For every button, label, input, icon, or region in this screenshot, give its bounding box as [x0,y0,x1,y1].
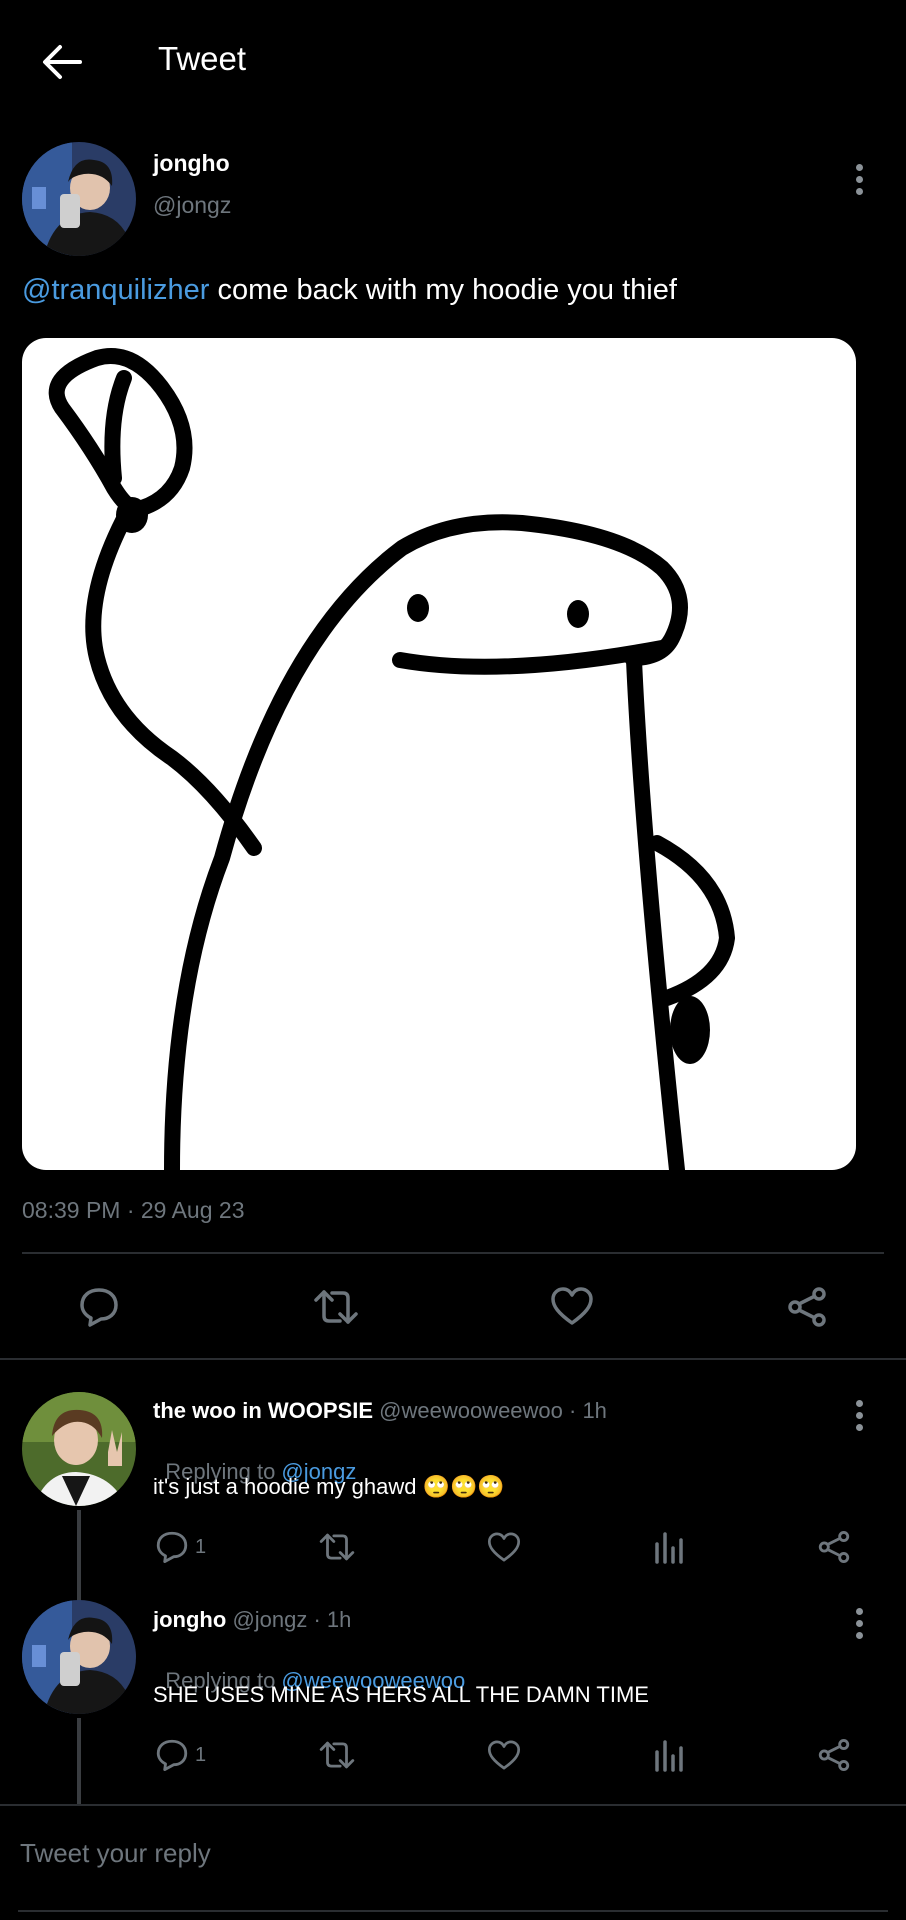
reply-icon [80,1288,118,1327]
retweet-icon [314,1290,358,1324]
back-button[interactable] [38,40,86,84]
share-button[interactable] [817,1530,851,1564]
like-icon [487,1532,521,1562]
analytics-icon [655,1740,683,1772]
divider [0,1358,906,1360]
avatar[interactable] [22,1600,136,1714]
reply-icon [156,1739,188,1771]
like-icon [551,1287,593,1325]
more-vertical-icon[interactable] [855,1608,865,1640]
reply-button[interactable]: 1 [155,1738,206,1772]
page-title: Tweet [158,40,247,77]
like-icon [487,1740,521,1770]
reply-author-name[interactable]: jongho [153,1607,226,1632]
reply-composer [0,1806,906,1920]
reply-input[interactable] [18,1830,882,1876]
more-vertical-icon[interactable] [855,164,865,196]
analytics-button[interactable] [654,1530,684,1564]
reply-count: 1 [195,1743,207,1766]
tweet-timestamp: 08:39 PM · 29 Aug 23 [22,1197,245,1223]
avatar-image [22,142,136,256]
author-name[interactable]: jongho [153,150,230,177]
reply-meta: @jongz · 1h [232,1607,352,1632]
thread-line [77,1510,81,1602]
reply-header: the woo in WOOPSIE @weewooweewoo · 1h [153,1398,607,1424]
tweet-text: @tranquilizher come back with my hoodie … [22,274,677,307]
reply-icon [156,1531,188,1563]
composer-divider [18,1910,888,1912]
like-button[interactable] [487,1739,521,1771]
retweet-button[interactable] [312,1286,360,1328]
analytics-button[interactable] [654,1738,684,1772]
tweet-body: come back with my hoodie you thief [209,274,677,306]
avatar[interactable] [22,1392,136,1506]
reply-button[interactable]: 1 [155,1530,206,1564]
like-button[interactable] [487,1531,521,1563]
analytics-icon [655,1532,683,1564]
retweet-button[interactable] [318,1738,356,1772]
thread-line [77,1718,81,1806]
divider [22,1252,884,1254]
share-icon [818,1531,850,1563]
reply-author-name[interactable]: the woo in WOOPSIE [153,1398,373,1423]
header: Tweet [0,0,906,120]
tweet-image[interactable] [22,338,856,1170]
reply-text: SHE USES MINE AS HERS ALL THE DAMN TIME [153,1682,649,1707]
avatar-image [22,1392,136,1506]
back-arrow-icon [43,45,82,79]
reply-text: it's just a hoodie my ghawd 🙄🙄🙄 [153,1474,505,1499]
reply-count: 1 [195,1535,207,1558]
retweet-button[interactable] [318,1530,356,1564]
avatar-image [22,1600,136,1714]
like-button[interactable] [550,1286,594,1326]
share-button[interactable] [786,1286,828,1328]
share-button[interactable] [817,1738,851,1772]
drawing-illustration [48,348,735,1170]
share-icon [788,1287,826,1327]
share-icon [818,1739,850,1771]
reply-button[interactable] [78,1286,120,1328]
more-vertical-icon[interactable] [855,1400,865,1432]
avatar[interactable] [22,142,136,256]
reply-meta: @weewooweewoo · 1h [379,1398,607,1423]
reply-header: jongho @jongz · 1h [153,1607,351,1633]
mention-link[interactable]: @tranquilizher [22,274,209,306]
retweet-icon [319,1741,355,1769]
retweet-icon [319,1533,355,1561]
author-handle[interactable]: @jongz [153,192,231,219]
